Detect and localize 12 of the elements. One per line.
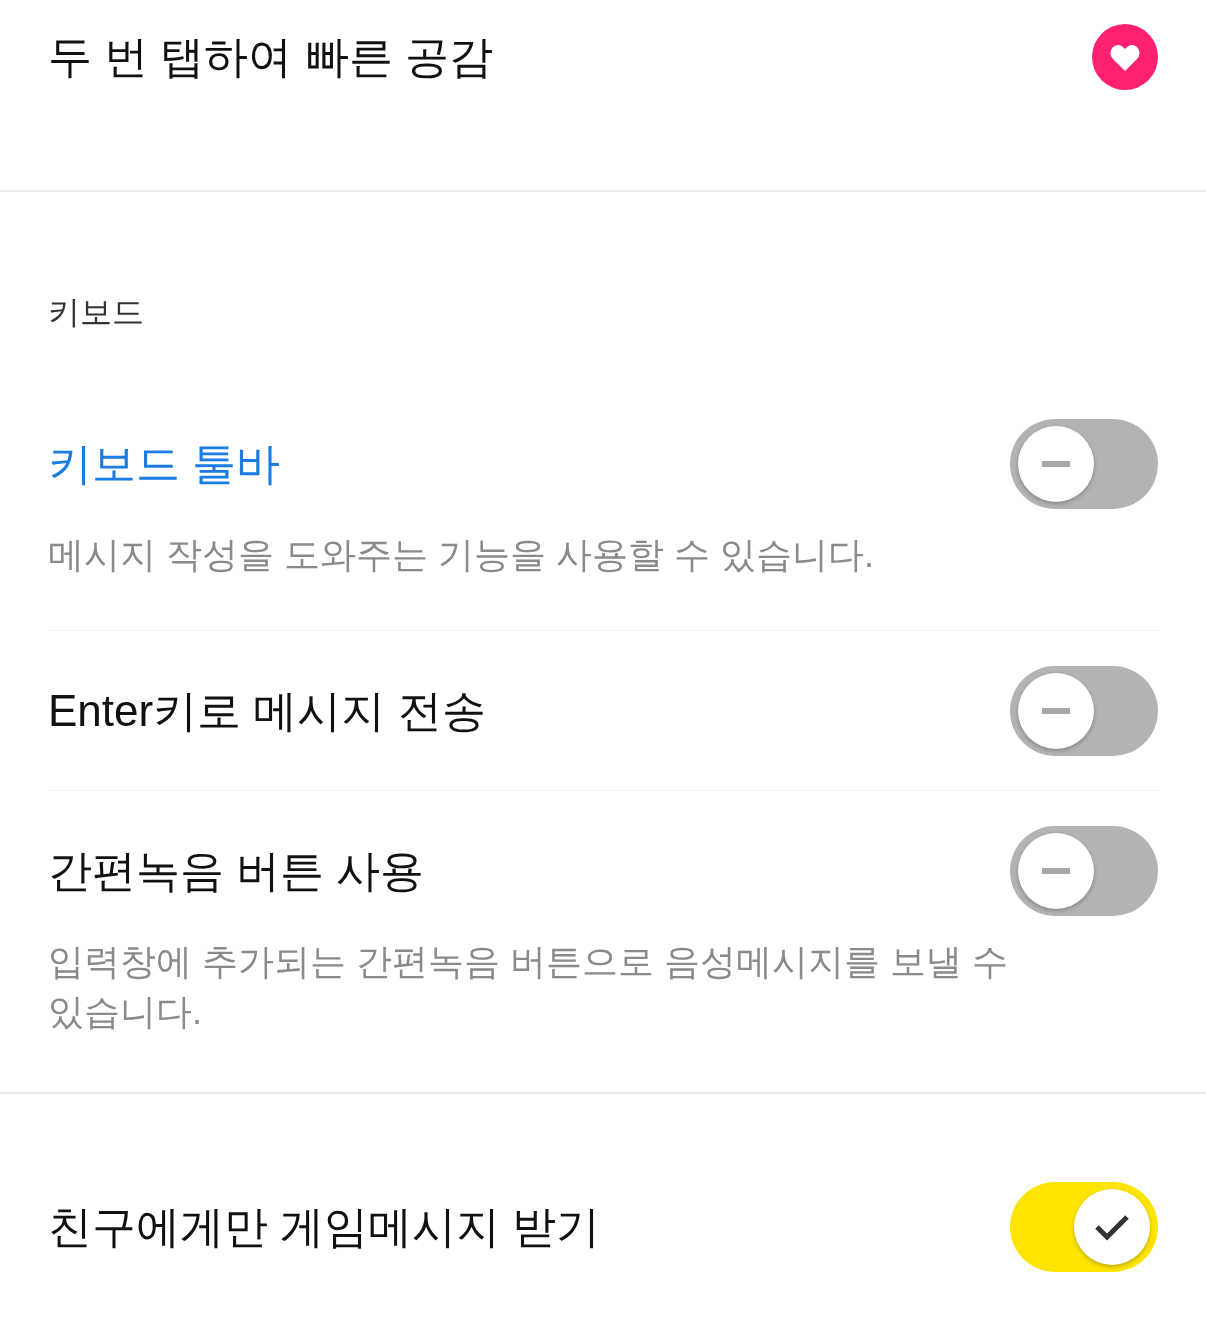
minus-icon	[1042, 708, 1070, 714]
minus-icon	[1042, 868, 1070, 874]
setting-title: 두 번 탭하여 빠른 공감	[48, 31, 493, 83]
minus-icon	[1042, 461, 1070, 467]
setting-title: Enter키로 메시지 전송	[48, 685, 486, 737]
setting-description: 입력창에 추가되는 간편녹음 버튼으로 음성메시지를 보낼 수 있습니다.	[48, 940, 1008, 1034]
setting-description: 메시지 작성을 도와주는 기능을 사용할 수 있습니다.	[48, 533, 875, 577]
section-header: 키보드	[48, 293, 145, 332]
check-icon	[1094, 1213, 1130, 1241]
setting-title: 키보드 툴바	[48, 438, 281, 490]
setting-title: 간편녹음 버튼 사용	[48, 845, 425, 897]
setting-title: 친구에게만 게임메시지 받기	[48, 1201, 601, 1253]
